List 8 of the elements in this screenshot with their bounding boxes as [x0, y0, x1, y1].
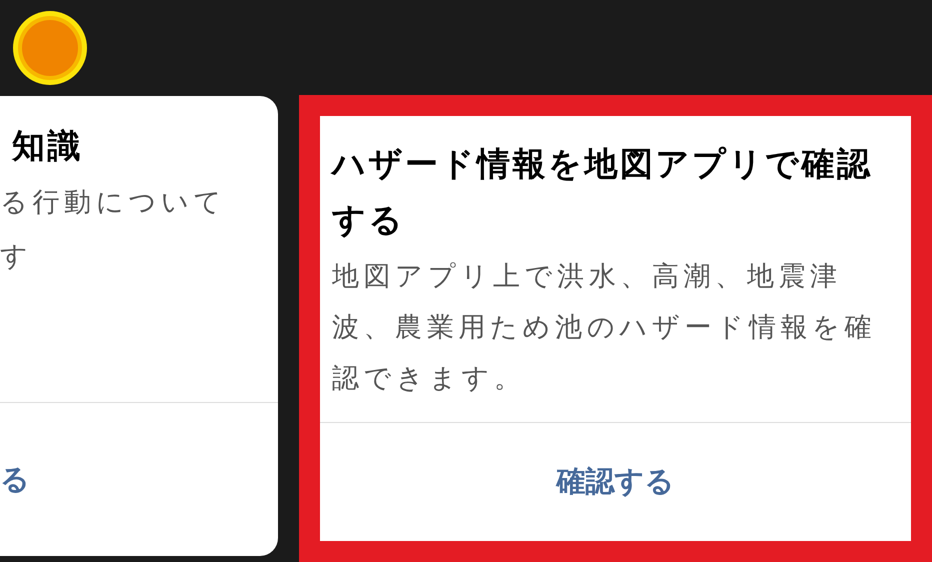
- card-description: す: [0, 240, 34, 274]
- sun-icon: [13, 10, 87, 84]
- action-link[interactable]: る: [0, 456, 30, 504]
- action-link[interactable]: 確認する: [548, 458, 682, 506]
- card-title: ハザード情報を地図アプリで確認する: [332, 143, 874, 241]
- card-description: 地図アプリ上で洪水、高潮、地震津波、農業用ため池のハザード情報を確認できます。: [332, 260, 878, 396]
- card-title: 知識: [10, 125, 84, 167]
- card-description: る行動について: [0, 186, 228, 220]
